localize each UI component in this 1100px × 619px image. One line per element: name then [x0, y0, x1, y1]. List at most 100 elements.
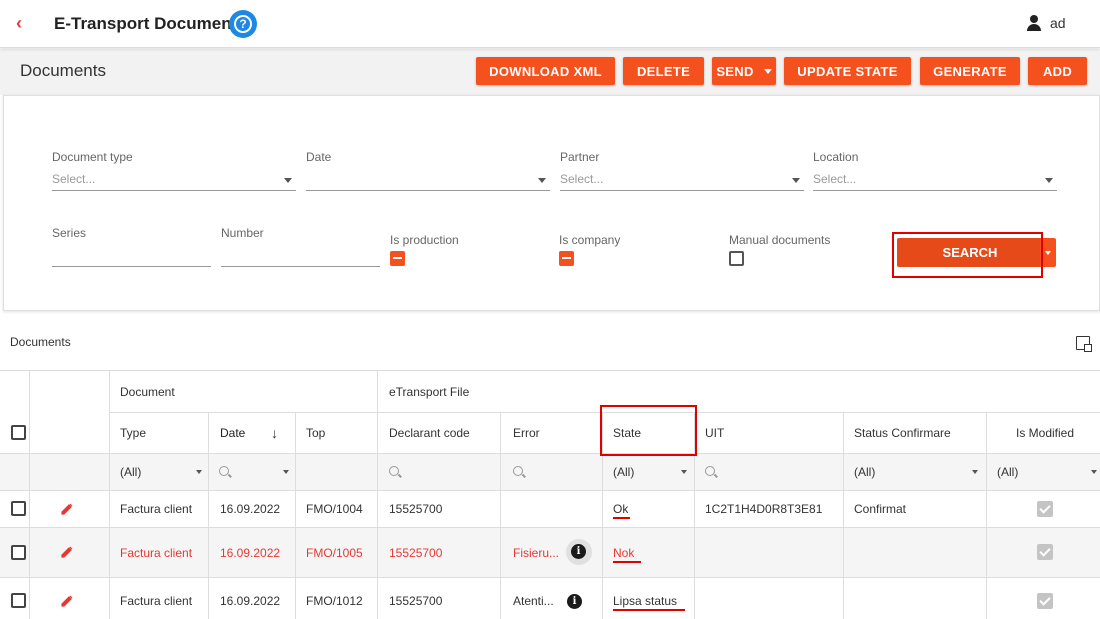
column-header-status-confirmare[interactable]: Status Confirmare: [854, 412, 951, 453]
generate-button[interactable]: GENERATE: [920, 57, 1020, 85]
band-header-document: Document: [120, 384, 175, 399]
grid-title: Documents: [10, 335, 71, 349]
row-checkbox[interactable]: [11, 545, 26, 560]
document-type-select[interactable]: Select...: [52, 169, 296, 191]
search-icon[interactable]: [219, 466, 229, 476]
search-icon[interactable]: [705, 466, 715, 476]
document-type-label: Document type: [52, 150, 133, 164]
dropdown-arrow-icon: [196, 470, 202, 474]
column-header-date[interactable]: Date: [220, 412, 245, 453]
edit-pencil-icon[interactable]: [61, 503, 73, 515]
highlight-box-search: [892, 232, 1043, 278]
dropdown-arrow-icon: [283, 470, 289, 474]
app-header: ‹ E-Transport Documents ? ad: [0, 0, 1100, 48]
series-label: Series: [52, 226, 87, 240]
column-chooser-icon[interactable]: [1076, 336, 1092, 352]
app-title: E-Transport Documents: [54, 14, 247, 33]
delete-button[interactable]: DELETE: [623, 57, 704, 85]
select-all-checkbox[interactable]: [11, 425, 26, 440]
is-modified-checkbox: [1037, 544, 1053, 560]
cell-date: 16.09.2022: [220, 502, 281, 516]
number-label: Number: [221, 226, 264, 240]
location-select[interactable]: Select...: [813, 169, 1057, 191]
update-state-button[interactable]: UPDATE STATE: [784, 57, 911, 85]
cell-error: Fisieru...: [513, 545, 560, 560]
dropdown-arrow-icon: [284, 178, 292, 183]
cell-type: Factura client: [120, 502, 193, 516]
highlight-underline: [613, 517, 630, 519]
page-title: Documents: [20, 61, 106, 80]
date-select[interactable]: [306, 169, 550, 191]
filter-panel: Document type Select... Date Partner Sel…: [3, 95, 1100, 311]
highlight-box-state-header: [600, 405, 697, 456]
cell-declarant-code: 15525700: [389, 593, 443, 608]
cell-state: Lipsa status: [613, 593, 678, 608]
filter-state-select[interactable]: (All): [613, 454, 634, 490]
is-modified-checkbox: [1037, 501, 1053, 517]
download-xml-button[interactable]: DOWNLOAD XML: [476, 57, 615, 85]
edit-pencil-icon[interactable]: [61, 546, 73, 558]
cell-type: Factura client: [120, 545, 193, 560]
add-button[interactable]: ADD: [1028, 57, 1087, 85]
cell-uit: 1C2T1H4D0R8T3E81: [705, 502, 823, 516]
is-company-label: Is company: [559, 233, 621, 247]
location-label: Location: [813, 150, 859, 164]
column-header-declarant-code[interactable]: Declarant code: [389, 412, 470, 453]
is-production-checkbox[interactable]: [390, 251, 405, 266]
cell-error: Atenti...: [513, 593, 554, 608]
series-input[interactable]: [52, 247, 211, 267]
band-header-etransport: eTransport File: [389, 384, 470, 399]
cell-top: FMO/1012: [306, 593, 363, 608]
cell-status-confirmare: Confirmat: [854, 502, 907, 516]
cell-state: Nok: [613, 545, 635, 560]
send-dropdown-button[interactable]: SEND: [712, 57, 776, 85]
is-modified-checkbox: [1037, 593, 1053, 609]
dropdown-arrow-icon: [792, 178, 800, 183]
documents-grid: Document eTransport File Type Date ↓ Top…: [0, 370, 1100, 619]
dropdown-arrow-icon: [538, 178, 546, 183]
cell-type: Factura client: [120, 593, 193, 608]
column-header-top[interactable]: Top: [306, 412, 325, 453]
partner-select[interactable]: Select...: [560, 169, 804, 191]
is-company-checkbox[interactable]: [559, 251, 574, 266]
column-header-type[interactable]: Type: [120, 412, 146, 453]
cell-declarant-code: 15525700: [389, 502, 443, 516]
manual-documents-label: Manual documents: [729, 233, 831, 247]
cell-declarant-code: 15525700: [389, 545, 443, 560]
column-header-error[interactable]: Error: [513, 412, 540, 453]
info-icon[interactable]: i: [571, 544, 586, 559]
manual-documents-checkbox[interactable]: [729, 251, 744, 266]
filter-type-select[interactable]: (All): [120, 454, 141, 490]
info-icon[interactable]: i: [567, 594, 582, 609]
cell-date: 16.09.2022: [220, 593, 281, 608]
row-checkbox[interactable]: [11, 501, 26, 516]
partner-label: Partner: [560, 150, 600, 164]
dropdown-arrow-icon: [972, 470, 978, 474]
column-header-is-modified[interactable]: Is Modified: [1016, 412, 1074, 453]
back-chevron-icon[interactable]: ‹: [16, 13, 22, 34]
date-label: Date: [306, 150, 332, 164]
highlight-underline: [613, 561, 641, 563]
help-icon[interactable]: ?: [229, 10, 257, 38]
search-icon[interactable]: [513, 466, 523, 476]
user-menu[interactable]: ad: [1027, 15, 1066, 31]
caret-down-icon: [763, 68, 772, 74]
grid-filter-row: [0, 454, 1100, 490]
filter-status-confirmare-select[interactable]: (All): [854, 454, 875, 490]
row-checkbox[interactable]: [11, 593, 26, 608]
dropdown-arrow-icon: [1045, 178, 1053, 183]
dropdown-arrow-icon: [681, 470, 687, 474]
number-input[interactable]: [221, 247, 380, 267]
edit-pencil-icon[interactable]: [61, 595, 73, 607]
sort-descending-icon[interactable]: ↓: [271, 412, 278, 453]
dropdown-arrow-icon: [1091, 470, 1097, 474]
is-production-label: Is production: [390, 233, 459, 247]
cell-date: 16.09.2022: [220, 545, 281, 560]
user-icon: [1027, 15, 1041, 31]
page-toolbar: Documents DOWNLOAD XML DELETE SEND UPDAT…: [0, 49, 1100, 95]
filter-is-modified-select[interactable]: (All): [997, 454, 1018, 490]
caret-down-icon: [1045, 250, 1051, 255]
search-icon[interactable]: [389, 466, 399, 476]
column-header-uit[interactable]: UIT: [705, 412, 724, 453]
cell-state: Ok: [613, 502, 629, 516]
